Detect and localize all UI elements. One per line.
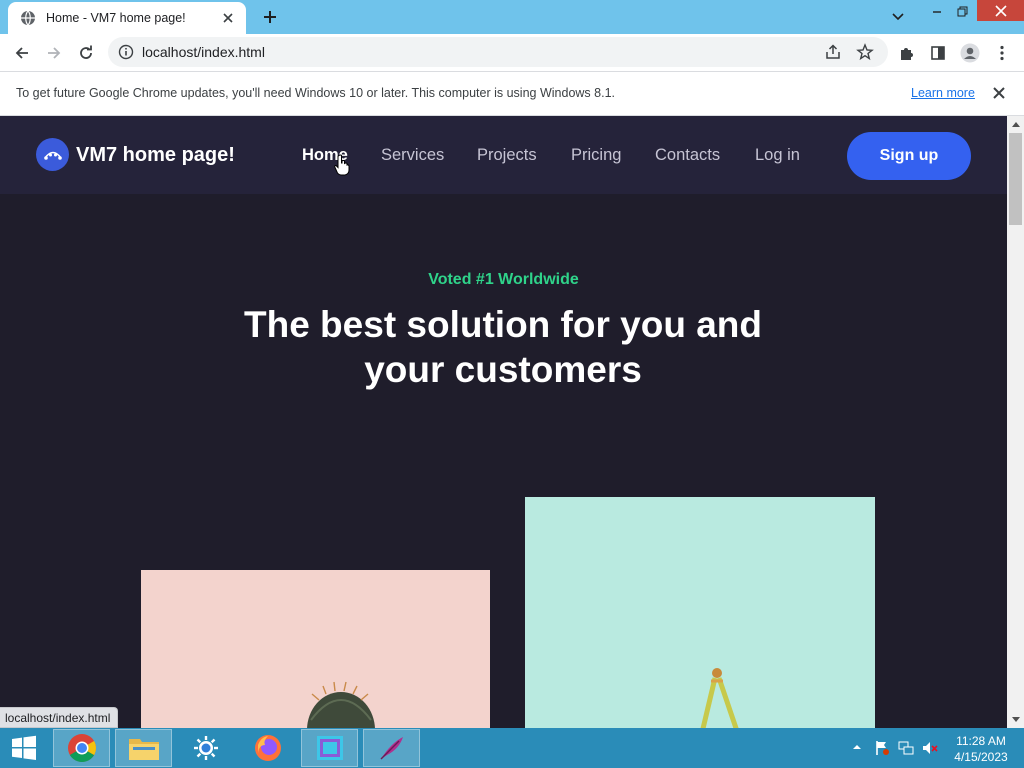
clock-time: 11:28 AM [956,734,1006,748]
windows-start-icon[interactable] [0,728,48,768]
action-center-flag-icon[interactable] [874,740,890,756]
brand-name[interactable]: VM7 home page! [76,144,235,167]
page-viewport: VM7 home page! Home Services Projects Pr… [0,116,1007,728]
system-tray [850,728,940,768]
nav-link-login[interactable]: Log in [755,146,800,165]
browser-tab[interactable]: Home - VM7 home page! [8,2,246,34]
firefox-icon[interactable] [239,729,296,767]
update-infobar: To get future Google Chrome updates, you… [0,71,1024,116]
chrome-icon[interactable] [53,729,110,767]
infobar-message: To get future Google Chrome updates, you… [16,86,615,100]
windows-taskbar: 11:28 AM 4/15/2023 [0,728,1024,768]
restore-button[interactable] [948,0,976,22]
nav-link-services[interactable]: Services [381,146,444,165]
nav-link-contacts[interactable]: Contacts [655,146,720,165]
nav-link-projects[interactable]: Projects [477,146,537,165]
tab-search-chevron-icon[interactable] [886,6,910,28]
project-image-compass [525,497,875,728]
hero-title: The best solution for you and your custo… [244,304,762,390]
globe-icon [20,10,36,26]
window-close-button[interactable] [977,0,1024,21]
infobar-close-icon[interactable] [990,84,1008,102]
browser-toolbar: localhost/index.html [0,34,1024,71]
control-panel-icon[interactable] [177,729,234,767]
system-clock[interactable]: 11:28 AM 4/15/2023 [946,733,1016,765]
new-tab-button[interactable] [258,6,282,28]
hero-eyebrow: Voted #1 Worldwide [428,271,579,288]
learn-more-link[interactable]: Learn more [911,86,975,100]
page-scrollbar[interactable] [1007,116,1024,728]
hand-cursor-icon [334,154,350,176]
menu-kebab-icon[interactable] [989,40,1015,66]
site-navbar: VM7 home page! Home Services Projects Pr… [0,116,1007,194]
brand-logo-icon[interactable] [36,138,69,171]
forward-button[interactable] [41,40,67,66]
file-explorer-icon[interactable] [115,729,172,767]
extensions-puzzle-icon[interactable] [893,40,919,66]
reload-button[interactable] [73,40,99,66]
status-url-bubble: localhost/index.html [0,707,119,728]
volume-muted-icon[interactable] [922,740,938,756]
nav-link-pricing[interactable]: Pricing [571,146,621,165]
tab-strip: Home - VM7 home page! [0,0,1024,34]
site-info-icon[interactable] [118,44,134,60]
tab-title: Home - VM7 home page! [46,11,186,25]
scroll-thumb[interactable] [1009,133,1022,225]
network-icon[interactable] [898,740,914,756]
bookmark-star-icon[interactable] [856,43,874,61]
scroll-up-arrow-icon[interactable] [1007,116,1024,133]
address-bar[interactable]: localhost/index.html [108,37,888,67]
project-image-cactus [141,570,490,728]
side-panel-icon[interactable] [925,40,951,66]
back-button[interactable] [9,40,35,66]
profile-avatar-icon[interactable] [957,40,983,66]
clock-date: 4/15/2023 [954,750,1008,764]
app-window-icon[interactable] [301,729,358,767]
url-text: localhost/index.html [142,44,265,60]
signup-button[interactable]: Sign up [847,132,971,180]
tray-expand-icon[interactable] [852,743,862,751]
share-icon[interactable] [824,43,842,61]
feather-app-icon[interactable] [363,729,420,767]
scroll-down-arrow-icon[interactable] [1007,711,1024,728]
tab-close-icon[interactable] [220,10,236,26]
